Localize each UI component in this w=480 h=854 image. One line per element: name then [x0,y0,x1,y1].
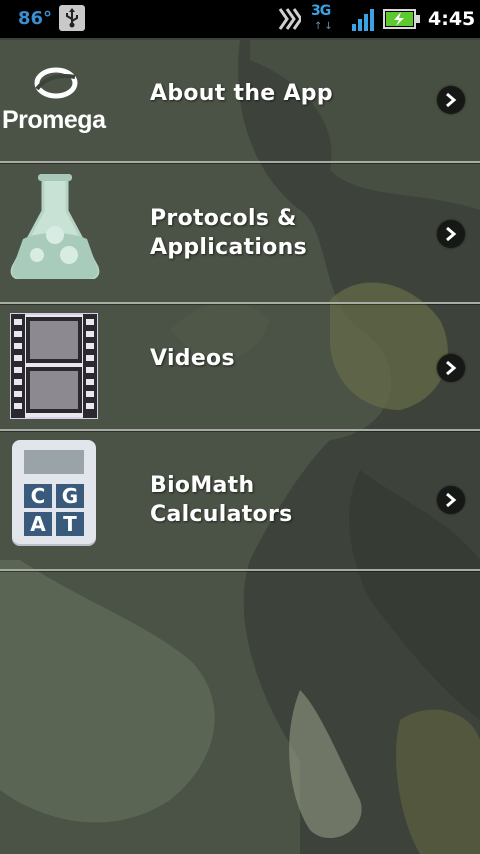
biomath-label-line-1: BioMath [150,473,255,498]
battery-charging-icon [383,9,420,29]
protocols-label-line-1: Protocols & [150,206,297,231]
menu-item-videos[interactable]: Videos [0,304,480,431]
about-label-line: About the App [150,81,333,106]
menu-item-about[interactable]: Promega About the App [0,38,480,163]
protocols-label: Protocols & Applications [150,204,307,262]
clock: 4:45 [428,8,476,30]
sync-icon [278,8,301,30]
protocols-chevron-icon[interactable] [437,220,465,248]
calculator-icon: C G A T [12,440,96,546]
biomath-label: BioMath Calculators [150,471,293,529]
promega-logo [34,67,78,99]
signal-icon [352,9,374,31]
videos-chevron-icon[interactable] [437,354,465,382]
calculator-key-a: A [24,512,52,536]
data-activity-arrows: ↑↓ [314,21,335,32]
network-type: 3G [311,3,331,19]
status-bar: 86° 3G ↑↓ 4:45 [0,0,480,38]
flask-icon [10,174,100,279]
calculator-key-g: G [56,484,84,508]
biomath-label-line-2: Calculators [150,502,293,527]
videos-label-line: Videos [150,346,235,371]
protocols-label-line-2: Applications [150,235,308,260]
videos-label: Videos [150,344,235,373]
temperature-indicator: 86° [18,8,53,29]
menu-item-biomath[interactable]: C G A T BioMath Calculators [0,431,480,571]
about-chevron-icon[interactable] [437,86,465,114]
film-strip-icon [10,313,98,419]
usb-icon [59,5,85,31]
calculator-key-t: T [56,512,84,536]
menu-item-protocols[interactable]: Protocols & Applications [0,163,480,304]
calculator-display [24,450,84,474]
biomath-chevron-icon[interactable] [437,486,465,514]
about-label: About the App [150,79,333,108]
promega-logo-text: Promega [2,106,106,134]
calculator-key-c: C [24,484,52,508]
